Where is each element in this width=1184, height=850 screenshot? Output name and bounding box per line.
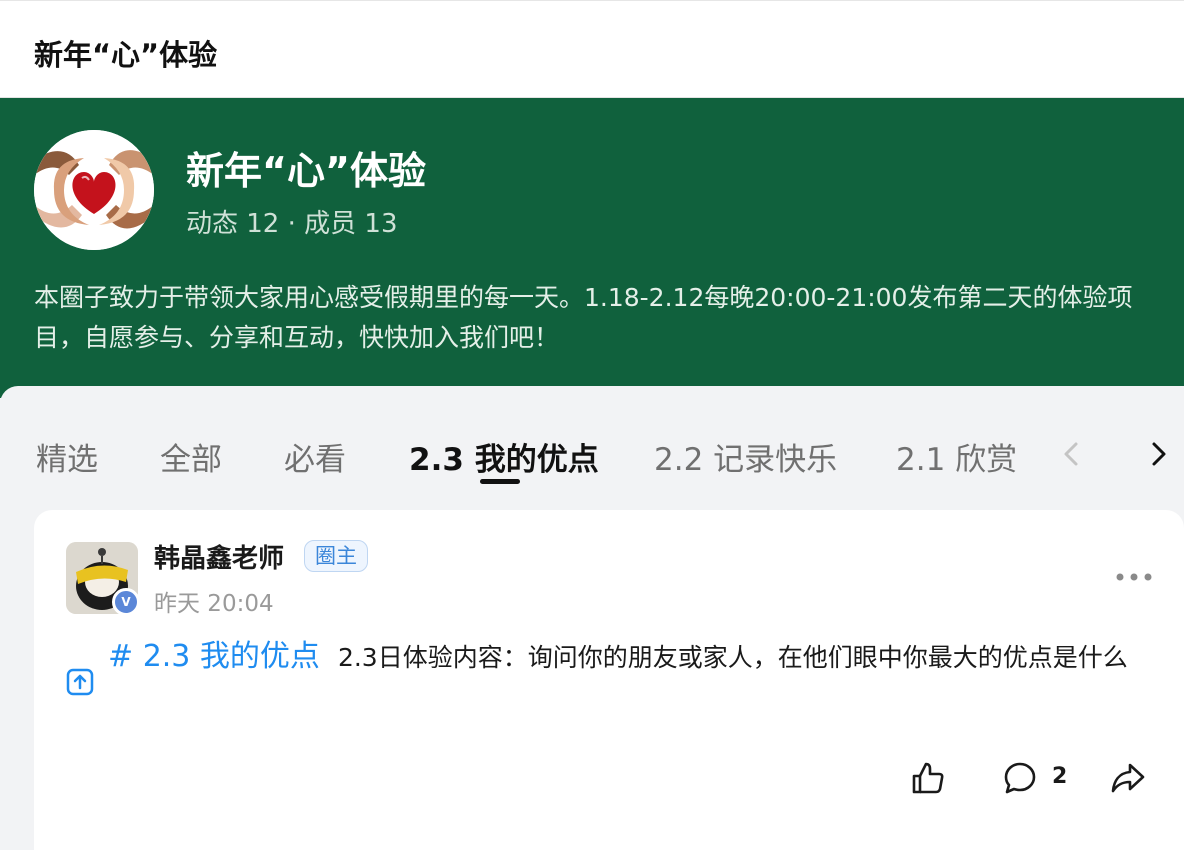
- group-description: 本圈子致力于带领大家用心感受假期里的每一天。1.18-2.12每晚20:00-2…: [34, 283, 1133, 352]
- topic-tabs: 精选 全部 必看 2.3 我的优点 2.2 记录快乐 2.1 欣赏: [0, 386, 1184, 506]
- tab-2-2[interactable]: 2.2 记录快乐: [654, 434, 837, 479]
- comment-count: 2: [1052, 764, 1068, 789]
- chevron-right-icon[interactable]: [1146, 438, 1174, 470]
- topic-link[interactable]: # 2.3 我的优点: [108, 639, 320, 674]
- post-actions: 2: [34, 760, 1184, 810]
- share-icon[interactable]: [1110, 760, 1146, 796]
- author-name[interactable]: 韩晶鑫老师: [154, 538, 284, 575]
- content-area: 精选 全部 必看 2.3 我的优点 2.2 记录快乐 2.1 欣赏 V 韩晶鑫老…: [0, 386, 1184, 850]
- heart-hands-logo: [34, 130, 154, 250]
- owner-badge: 圈主: [304, 540, 368, 572]
- comment-icon[interactable]: [1002, 760, 1038, 796]
- pin-top-icon: [66, 668, 94, 696]
- post-text: 2.3日体验内容：询问你的朋友或家人，在他们眼中你最大的优点是什么: [337, 643, 1128, 672]
- thumbs-up-icon[interactable]: [910, 760, 946, 796]
- top-bar: 新年“心”体验: [0, 0, 1184, 98]
- tab-2-1[interactable]: 2.1 欣赏: [896, 434, 1017, 479]
- topic-name: 2.3 我的优点: [142, 639, 320, 674]
- topic-hash: #: [108, 639, 134, 674]
- group-header: 新年“心”体验 动态 12 · 成员 13 本圈子致力于带领大家用心感受假期里的…: [0, 98, 1184, 398]
- group-stats: 动态 12 · 成员 13: [186, 209, 398, 239]
- more-icon[interactable]: [1114, 570, 1154, 584]
- post-card[interactable]: V 韩晶鑫老师 圈主 昨天 20:04 # 2.3 我的优点 2.3日体验内容：询…: [34, 510, 1184, 850]
- page-title: 新年“心”体验: [34, 38, 218, 72]
- post-content: # 2.3 我的优点 2.3日体验内容：询问你的朋友或家人，在他们眼中你最大的优点…: [108, 632, 1158, 683]
- chevron-left-icon[interactable]: [1058, 438, 1086, 470]
- tab-must-see[interactable]: 必看: [284, 434, 346, 479]
- group-avatar[interactable]: [34, 130, 154, 250]
- tab-featured[interactable]: 精选: [36, 434, 98, 479]
- tab-2-3[interactable]: 2.3 我的优点: [409, 434, 599, 479]
- active-tab-indicator: [480, 479, 520, 484]
- group-name: 新年“心”体验: [186, 149, 426, 193]
- post-time: 昨天 20:04: [154, 591, 274, 617]
- tab-all[interactable]: 全部: [160, 434, 222, 479]
- verified-icon: V: [112, 588, 140, 616]
